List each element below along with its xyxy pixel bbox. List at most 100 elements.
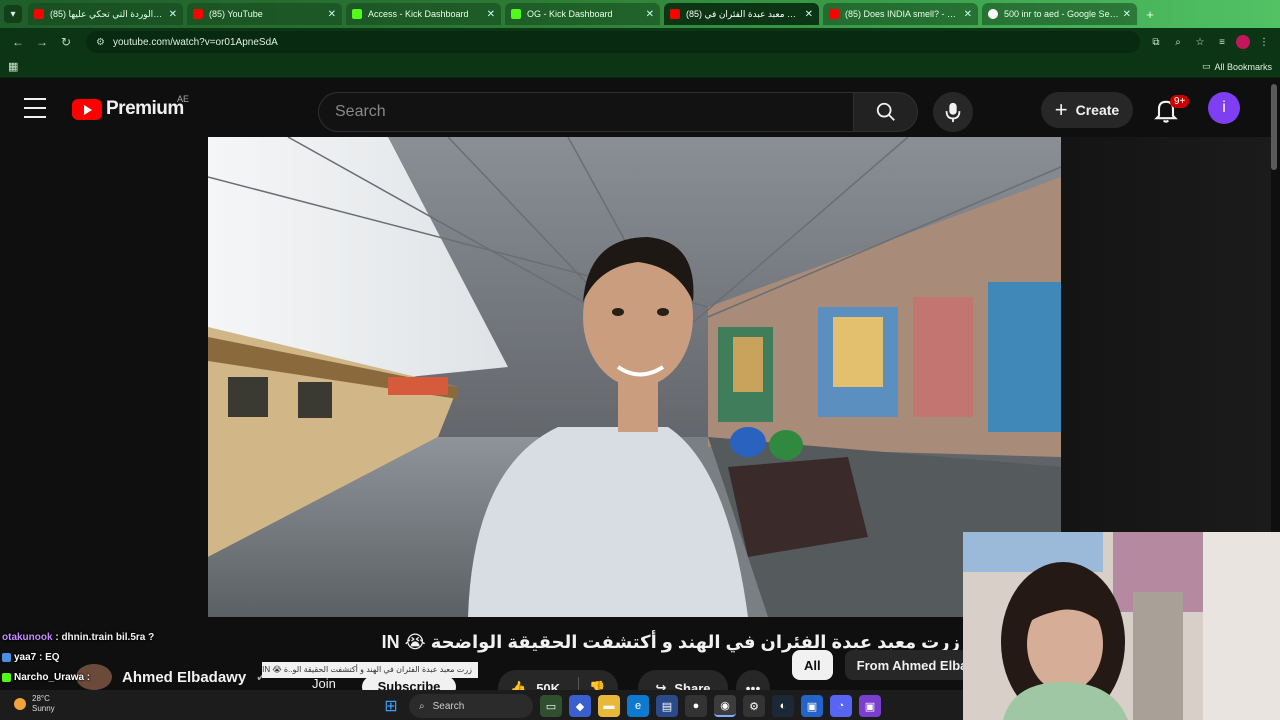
address-bar-row: ← → ↻ ⚙ youtube.com/watch?v=or01ApneSdA … bbox=[0, 28, 1280, 56]
screen: ▾ (85) الوردة التي تحكي عليها - YouTube … bbox=[0, 0, 1280, 720]
chip-all[interactable]: All bbox=[792, 650, 833, 680]
store-icon[interactable]: ▤ bbox=[656, 695, 678, 717]
search-icon: ⌕ bbox=[419, 700, 425, 712]
search-button[interactable] bbox=[854, 92, 918, 132]
bookmark-star-icon[interactable]: ☆ bbox=[1192, 34, 1208, 50]
file-explorer-icon[interactable]: ▬ bbox=[598, 695, 620, 717]
search-placeholder: Search bbox=[335, 103, 386, 120]
app-icon[interactable]: ▣ bbox=[859, 695, 881, 717]
tab-close-icon[interactable]: ✕ bbox=[805, 9, 813, 20]
windows-taskbar: 28°C Sunny ⊞ ⌕ Search ▭ ◆ ▬ e ▤ ● ◉ ⚙ ◐ … bbox=[0, 690, 963, 720]
browser-tab[interactable]: (85) Does INDIA smell? - YouTube ✕ bbox=[823, 3, 978, 25]
tab-title: (85) YouTube bbox=[209, 9, 263, 19]
page-scrollbar[interactable] bbox=[1271, 84, 1277, 170]
taskbar-search[interactable]: ⌕ Search bbox=[409, 694, 533, 718]
reload-icon[interactable]: ↻ bbox=[56, 32, 76, 52]
webcam-overlay bbox=[963, 532, 1280, 720]
plus-icon: + bbox=[1054, 97, 1068, 122]
tab-close-icon[interactable]: ✕ bbox=[169, 9, 177, 20]
profile-avatar-icon[interactable] bbox=[1236, 35, 1250, 49]
microphone-icon bbox=[945, 102, 961, 123]
youtube-favicon-icon bbox=[829, 9, 839, 19]
media-control-icon[interactable]: ≡ bbox=[1214, 34, 1230, 50]
folder-icon: ▭ bbox=[1201, 61, 1211, 71]
create-button[interactable]: + Create bbox=[1041, 92, 1133, 128]
edge-icon[interactable]: e bbox=[627, 695, 649, 717]
site-info-icon[interactable]: ⚙ bbox=[96, 37, 105, 48]
tab-title: (85) الوردة التي تحكي عليها - YouTube bbox=[50, 8, 165, 19]
chrome-icon[interactable]: ◉ bbox=[714, 695, 736, 717]
chat-badge-icon bbox=[2, 652, 11, 662]
copilot-icon[interactable]: ◆ bbox=[569, 695, 591, 717]
chat-text: dhnin.train bil.5ra ? bbox=[61, 632, 155, 643]
title-tooltip: زرت معبد عبدة الفئران في الهند و أكتشفت … bbox=[262, 662, 478, 678]
settings-icon[interactable]: ⚙ bbox=[743, 695, 765, 717]
weather-widget[interactable]: 28°C Sunny bbox=[14, 694, 55, 714]
discord-icon[interactable]: ◔ bbox=[830, 695, 852, 717]
browser-tab[interactable]: (85) YouTube ✕ bbox=[187, 3, 342, 25]
youtube-logo[interactable]: Premium bbox=[72, 98, 184, 120]
browser-tab[interactable]: (85) الوردة التي تحكي عليها - YouTube ✕ bbox=[28, 3, 183, 25]
kick-favicon-icon bbox=[352, 9, 362, 19]
youtube-favicon-icon bbox=[193, 9, 203, 19]
tab-close-icon[interactable]: ✕ bbox=[964, 9, 972, 20]
back-arrow-icon[interactable]: ← bbox=[8, 32, 28, 52]
obs-icon[interactable]: ● bbox=[685, 695, 707, 717]
youtube-favicon-icon bbox=[670, 9, 680, 19]
stream-chat-overlay: otakunook : dhnin.train bil.5ra ? yaa7 :… bbox=[2, 628, 262, 688]
tab-search-menu-icon[interactable]: ▾ bbox=[4, 5, 22, 23]
temperature: 28°C bbox=[32, 694, 50, 703]
tab-close-icon[interactable]: ✕ bbox=[1123, 9, 1131, 20]
steam-icon[interactable]: ◐ bbox=[772, 695, 794, 717]
browser-tab[interactable]: Access - Kick Dashboard ✕ bbox=[346, 3, 501, 25]
video-frame bbox=[208, 137, 1061, 617]
chat-badge-icon bbox=[2, 672, 11, 682]
youtube-favicon-icon bbox=[34, 9, 44, 19]
new-tab-icon[interactable]: + bbox=[1141, 5, 1159, 23]
apps-grid-icon[interactable]: ▦ bbox=[8, 60, 18, 73]
tab-close-icon[interactable]: ✕ bbox=[646, 9, 654, 20]
chat-message: yaa7 : EQ bbox=[2, 648, 262, 668]
zoom-icon[interactable]: ⌕ bbox=[1170, 34, 1186, 50]
create-label: Create bbox=[1075, 102, 1120, 118]
all-bookmarks-button[interactable]: ▭ All Bookmarks bbox=[1202, 61, 1272, 72]
chat-username: yaa7 bbox=[14, 652, 37, 663]
task-view-icon[interactable]: ▭ bbox=[540, 695, 562, 717]
taskbar-search-placeholder: Search bbox=[432, 700, 465, 712]
tab-title: OG - Kick Dashboard bbox=[527, 9, 613, 19]
recommendation-chips: All From Ahmed Elba bbox=[792, 650, 980, 680]
windows-start-icon[interactable]: ⊞ bbox=[380, 695, 402, 717]
tab-title: (85) Does INDIA smell? - YouTube bbox=[845, 9, 960, 19]
taskbar-icons: ⊞ ⌕ Search ▭ ◆ ▬ e ▤ ● ◉ ⚙ ◐ ▣ ◔ ▣ bbox=[380, 694, 881, 718]
browser-tab[interactable]: OG - Kick Dashboard ✕ bbox=[505, 3, 660, 25]
chat-message: otakunook : dhnin.train bil.5ra ? bbox=[2, 632, 155, 643]
weather-condition: Sunny bbox=[32, 704, 55, 713]
kick-favicon-icon bbox=[511, 9, 521, 19]
install-app-icon[interactable]: ⧉ bbox=[1148, 34, 1164, 50]
chat-text: EQ bbox=[45, 652, 60, 663]
account-avatar[interactable]: i bbox=[1208, 92, 1240, 124]
logo-text: Premium bbox=[106, 98, 184, 119]
webcam-frame bbox=[963, 532, 1280, 720]
browser-tab-active[interactable]: (85) زرت معبد عبدة الفئران في ✕ bbox=[664, 3, 819, 25]
video-player[interactable] bbox=[208, 137, 1061, 617]
tab-close-icon[interactable]: ✕ bbox=[328, 9, 336, 20]
voice-search-button[interactable] bbox=[933, 92, 973, 132]
tab-title: 500 inr to aed - Google Search bbox=[1004, 9, 1119, 19]
tab-close-icon[interactable]: ✕ bbox=[487, 9, 495, 20]
sun-icon bbox=[14, 698, 26, 710]
google-favicon-icon bbox=[988, 9, 998, 19]
youtube-play-icon bbox=[72, 98, 102, 120]
hamburger-menu-icon[interactable] bbox=[24, 98, 46, 118]
browser-tab[interactable]: 500 inr to aed - Google Search ✕ bbox=[982, 3, 1137, 25]
browser-tab-strip: ▾ (85) الوردة التي تحكي عليها - YouTube … bbox=[0, 0, 1280, 28]
chat-message: Narcho_Urawa : bbox=[2, 668, 262, 688]
forward-arrow-icon[interactable]: → bbox=[32, 32, 52, 52]
chip-from-channel[interactable]: From Ahmed Elba bbox=[844, 650, 980, 680]
search-input[interactable]: Search bbox=[318, 92, 854, 132]
tab-title: (85) زرت معبد عبدة الفئران في bbox=[686, 8, 801, 19]
app-icon[interactable]: ▣ bbox=[801, 695, 823, 717]
right-background bbox=[1061, 137, 1271, 537]
browser-menu-icon[interactable]: ⋮ bbox=[1256, 34, 1272, 50]
url-field[interactable]: ⚙ youtube.com/watch?v=or01ApneSdA bbox=[86, 31, 1140, 53]
